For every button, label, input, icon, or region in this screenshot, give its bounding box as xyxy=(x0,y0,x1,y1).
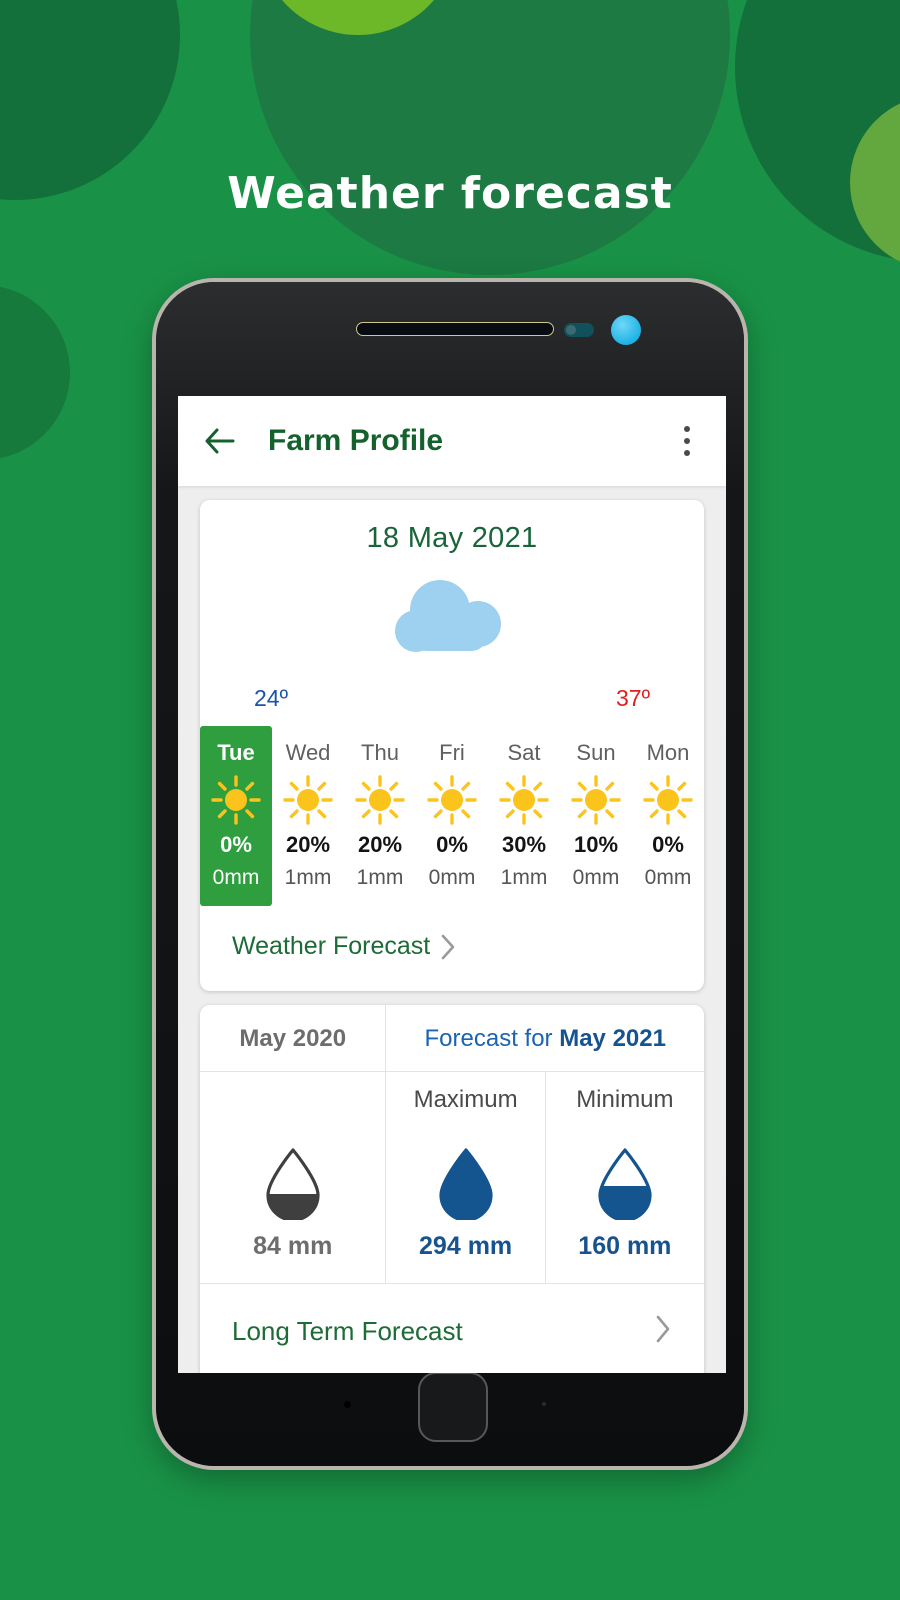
menu-dot xyxy=(684,450,690,456)
day-label: Fri xyxy=(439,740,465,765)
menu-dot xyxy=(684,426,690,432)
day-label: Sun xyxy=(576,740,616,765)
day-rain-chance: 20% xyxy=(285,832,331,857)
phone-mockup: Farm Profile 18 May 2021 24º 37º Tue 0% … xyxy=(152,278,748,1470)
weather-forecast-link-label: Weather Forecast xyxy=(232,932,431,960)
rainfall-values-row: 84 mm 294 mm 160 mm xyxy=(200,1124,704,1284)
sensor-dot-icon xyxy=(542,1402,546,1406)
temperature-row: 24º 37º xyxy=(200,685,704,712)
rainfall-subheader-row: Maximum Minimum xyxy=(200,1072,704,1124)
past-rainfall-cell: 84 mm xyxy=(200,1124,387,1283)
past-rainfall-value: 84 mm xyxy=(253,1232,333,1260)
temperature-max: 37º xyxy=(616,685,650,711)
day-rain-chance: 10% xyxy=(573,832,619,857)
minimum-column-label: Minimum xyxy=(576,1086,674,1113)
day-rain-amount: 1mm xyxy=(356,866,404,889)
cloud-icon xyxy=(200,555,704,683)
water-drop-icon xyxy=(435,1146,497,1220)
long-term-forecast-link[interactable]: Long Term Forecast xyxy=(200,1284,704,1373)
temperature-min: 24º xyxy=(254,685,288,711)
day-rain-chance: 20% xyxy=(357,832,403,857)
day-rain-amount: 1mm xyxy=(284,866,332,889)
maximum-column-label: Maximum xyxy=(386,1072,546,1124)
screen-content: 18 May 2021 24º 37º Tue 0% 0mm Wed 20% 1… xyxy=(178,500,726,1373)
day-rain-chance: 0% xyxy=(436,832,468,857)
maximum-rainfall-cell: 294 mm xyxy=(386,1124,546,1283)
phone-screen: Farm Profile 18 May 2021 24º 37º Tue 0% … xyxy=(178,396,726,1373)
weather-forecast-link[interactable]: Weather Forecast xyxy=(200,906,704,989)
day-label: Tue xyxy=(217,740,255,765)
promo-headline: Weather forecast xyxy=(227,168,673,219)
sun-icon xyxy=(200,772,272,828)
sun-icon xyxy=(344,772,416,828)
subheader-spacer xyxy=(200,1072,387,1124)
day-label: Thu xyxy=(361,740,399,765)
day-column-tue[interactable]: Tue 0% 0mm xyxy=(200,726,272,906)
long-term-forecast-label: Long Term Forecast xyxy=(232,1316,463,1346)
day-label: Wed xyxy=(285,740,331,765)
day-column-thu[interactable]: Thu 20% 1mm xyxy=(344,726,416,906)
daily-forecast-strip: Tue 0% 0mm Wed 20% 1mm Thu 20% 1mm Fri 0… xyxy=(200,726,704,906)
weather-card: 18 May 2021 24º 37º Tue 0% 0mm Wed 20% 1… xyxy=(200,500,704,991)
day-label: Mon xyxy=(646,740,690,765)
past-period-label: May 2020 xyxy=(200,1005,387,1071)
back-button[interactable] xyxy=(200,421,240,461)
forecast-date: 18 May 2021 xyxy=(366,522,538,554)
sun-icon xyxy=(416,772,488,828)
proximity-sensor-icon xyxy=(564,323,594,337)
water-drop-icon xyxy=(594,1146,656,1220)
chevron-right-icon xyxy=(440,934,456,960)
forecast-prefix: Forecast for xyxy=(424,1025,560,1052)
sun-icon xyxy=(632,772,704,828)
background-circle-left xyxy=(0,285,70,460)
chevron-right-icon xyxy=(654,1314,672,1349)
water-drop-icon xyxy=(262,1146,324,1220)
day-rain-amount: 0mm xyxy=(644,866,692,889)
day-rain-amount: 0mm xyxy=(212,866,260,889)
day-column-sun[interactable]: Sun 10% 0mm xyxy=(560,726,632,906)
more-vertical-icon[interactable] xyxy=(670,419,704,463)
maximum-rainfall-value: 294 mm xyxy=(419,1232,513,1260)
sun-icon xyxy=(560,772,632,828)
rainfall-header-row: May 2020 Forecast for May 2021 xyxy=(200,1005,704,1072)
sun-icon xyxy=(272,772,344,828)
day-rain-amount: 0mm xyxy=(572,866,620,889)
app-bar: Farm Profile xyxy=(178,396,726,486)
day-column-sat[interactable]: Sat 30% 1mm xyxy=(488,726,560,906)
day-label: Sat xyxy=(507,740,541,765)
day-rain-amount: 1mm xyxy=(500,866,548,889)
day-rain-amount: 0mm xyxy=(428,866,476,889)
day-column-mon[interactable]: Mon 0% 0mm xyxy=(632,726,704,906)
day-column-wed[interactable]: Wed 20% 1mm xyxy=(272,726,344,906)
earpiece-speaker-icon xyxy=(356,322,554,336)
forecast-period-label: Forecast for May 2021 xyxy=(386,1005,704,1071)
day-rain-chance: 0% xyxy=(652,832,684,857)
app-promo-stage: Weather forecast Farm Profile 18 May 202… xyxy=(0,0,900,1600)
day-rain-chance: 30% xyxy=(501,832,547,857)
microphone-dot-icon xyxy=(344,1401,351,1408)
page-title: Farm Profile xyxy=(268,424,444,457)
front-camera-icon xyxy=(611,315,641,345)
sun-icon xyxy=(488,772,560,828)
home-button[interactable] xyxy=(418,1372,488,1442)
day-column-fri[interactable]: Fri 0% 0mm xyxy=(416,726,488,906)
minimum-rainfall-value: 160 mm xyxy=(578,1232,672,1260)
minimum-rainfall-cell: 160 mm xyxy=(546,1124,704,1283)
menu-dot xyxy=(684,438,690,444)
day-rain-chance: 0% xyxy=(220,832,252,857)
background-circle-top-center-dark xyxy=(250,0,730,275)
forecast-period: May 2021 xyxy=(559,1025,666,1052)
rainfall-card: May 2020 Forecast for May 2021 Maximum M… xyxy=(200,1005,704,1373)
